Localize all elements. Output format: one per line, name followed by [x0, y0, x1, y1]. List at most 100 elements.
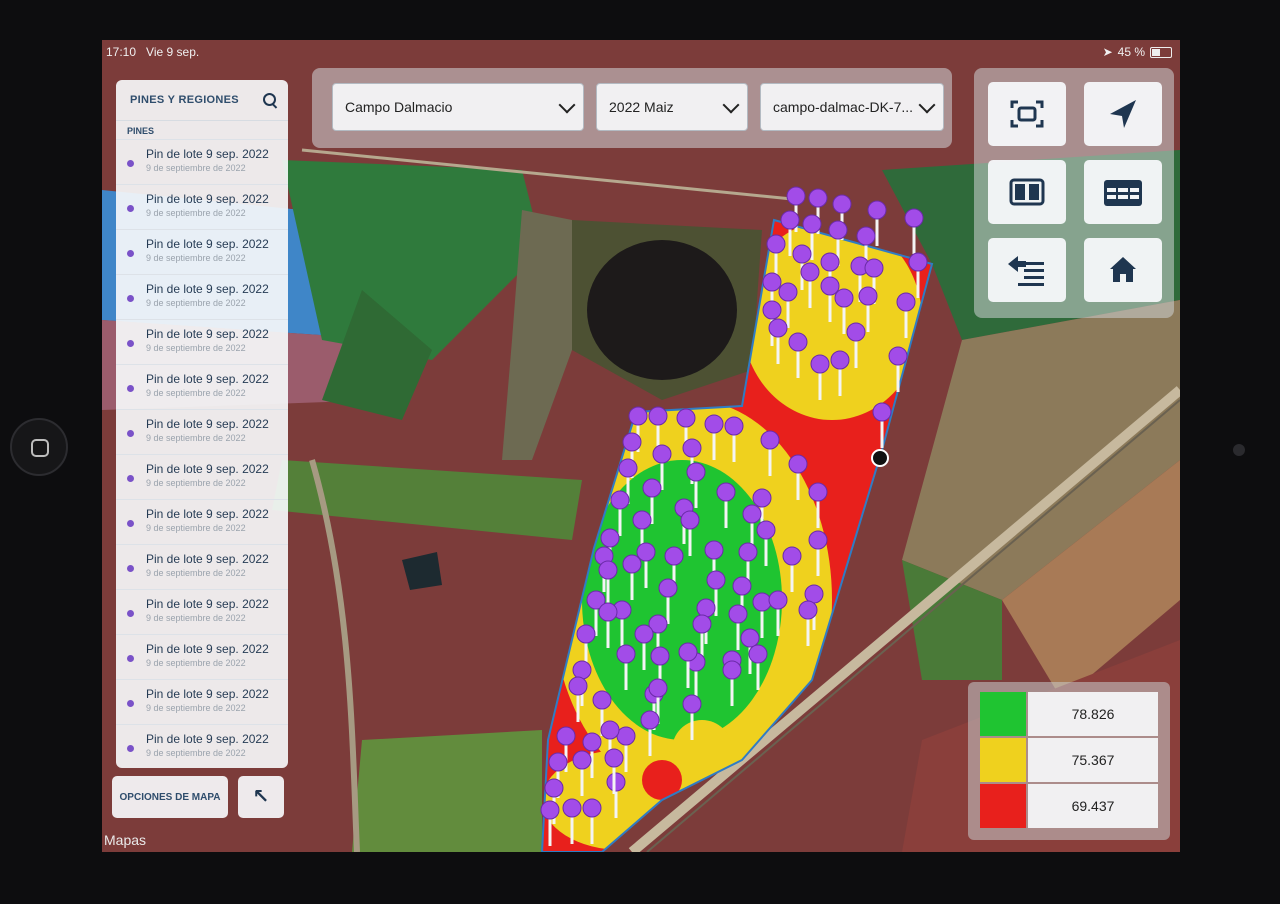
map-pin[interactable] — [652, 444, 672, 464]
pin-list-item[interactable]: Pin de lote 9 sep. 2022 9 de septiembre d… — [116, 364, 288, 409]
map-pin[interactable] — [676, 408, 696, 428]
split-view-button[interactable] — [988, 160, 1066, 224]
map-layer-selector[interactable]: campo-dalmac-DK-7... — [760, 83, 944, 131]
map-pin[interactable] — [780, 210, 800, 230]
pin-list-item[interactable]: Pin de lote 9 sep. 2022 9 de septiembre d… — [116, 274, 288, 319]
import-list-button[interactable] — [988, 238, 1066, 302]
map-pin[interactable] — [696, 598, 716, 618]
map-pin[interactable] — [600, 528, 620, 548]
map-pin[interactable] — [832, 194, 852, 214]
map-pin[interactable] — [830, 350, 850, 370]
table-button[interactable] — [1084, 160, 1162, 224]
map-pin[interactable] — [742, 504, 762, 524]
map-pin[interactable] — [582, 798, 602, 818]
map-pin[interactable] — [648, 406, 668, 426]
map-pin[interactable] — [788, 454, 808, 474]
map-pin[interactable] — [810, 354, 830, 374]
map-pin[interactable] — [820, 276, 840, 296]
map-pin[interactable] — [640, 710, 660, 730]
map-pin[interactable] — [800, 262, 820, 282]
home-button[interactable] — [1084, 238, 1162, 302]
map-options-button[interactable]: OPCIONES DE MAPA — [112, 776, 228, 818]
map-pin[interactable] — [804, 584, 824, 604]
map-pin[interactable] — [762, 300, 782, 320]
map-pin[interactable] — [704, 414, 724, 434]
map-pin[interactable] — [568, 676, 588, 696]
map-pin[interactable] — [740, 628, 760, 648]
pin-list-item[interactable]: Pin de lote 9 sep. 2022 9 de septiembre d… — [116, 454, 288, 499]
map-pin[interactable] — [766, 234, 786, 254]
map-pin[interactable] — [808, 482, 828, 502]
map-pin[interactable] — [678, 642, 698, 662]
map-pin[interactable] — [604, 748, 624, 768]
map-pin[interactable] — [618, 458, 638, 478]
map-pin[interactable] — [548, 752, 568, 772]
map-pin[interactable] — [556, 726, 576, 746]
map-pin[interactable] — [606, 772, 626, 792]
map-pin[interactable] — [867, 200, 887, 220]
pin-list-item[interactable]: Pin de lote 9 sep. 2022 9 de septiembre d… — [116, 589, 288, 634]
map-pin[interactable] — [786, 186, 806, 206]
map-pin[interactable] — [658, 578, 678, 598]
map-pin[interactable] — [808, 530, 828, 550]
map-pin[interactable] — [752, 592, 772, 612]
map-pin[interactable] — [846, 322, 866, 342]
location-marker[interactable] — [871, 449, 889, 467]
map-pin[interactable] — [562, 798, 582, 818]
pin-list-item[interactable]: Pin de lote 9 sep. 2022 9 de septiembre d… — [116, 139, 288, 184]
map-pin[interactable] — [808, 188, 828, 208]
map-pin[interactable] — [778, 282, 798, 302]
map-pin[interactable] — [634, 624, 654, 644]
map-pin[interactable] — [788, 332, 808, 352]
map-pin[interactable] — [616, 644, 636, 664]
map-pin[interactable] — [768, 318, 788, 338]
map-pin[interactable] — [628, 406, 648, 426]
pin-list-item[interactable]: Pin de lote 9 sep. 2022 9 de septiembre d… — [116, 229, 288, 274]
map-pin[interactable] — [782, 546, 802, 566]
map-pin[interactable] — [864, 258, 884, 278]
map-pin[interactable] — [792, 244, 812, 264]
locate-button[interactable] — [1084, 82, 1162, 146]
map-pin[interactable] — [904, 208, 924, 228]
map-pin[interactable] — [768, 590, 788, 610]
map-pin[interactable] — [716, 482, 736, 502]
map-pin[interactable] — [598, 602, 618, 622]
map-pin[interactable] — [622, 432, 642, 452]
map-pin[interactable] — [856, 226, 876, 246]
search-icon[interactable] — [262, 92, 278, 108]
map-pin[interactable] — [896, 292, 916, 312]
map-pin[interactable] — [834, 288, 854, 308]
map-pin[interactable] — [732, 576, 752, 596]
map-pin[interactable] — [664, 546, 684, 566]
map-pin[interactable] — [738, 542, 758, 562]
map-pin[interactable] — [616, 726, 636, 746]
map-pin[interactable] — [610, 490, 630, 510]
map-pin[interactable] — [722, 660, 742, 680]
map-pin[interactable] — [540, 800, 560, 820]
map-pin[interactable] — [632, 510, 652, 530]
map-pin[interactable] — [572, 660, 592, 680]
map-pin[interactable] — [692, 614, 712, 634]
map-pin[interactable] — [576, 624, 596, 644]
expand-button[interactable]: ↖ — [238, 776, 284, 818]
map-pin[interactable] — [636, 542, 656, 562]
map-pin[interactable] — [748, 644, 768, 664]
map-pin[interactable] — [572, 750, 592, 770]
pin-list-item[interactable]: Pin de lote 9 sep. 2022 9 de septiembre d… — [116, 499, 288, 544]
map-pin[interactable] — [600, 720, 620, 740]
field-selector[interactable]: Campo Dalmacio — [332, 83, 584, 131]
pin-list-item[interactable]: Pin de lote 9 sep. 2022 9 de septiembre d… — [116, 409, 288, 454]
map-pin[interactable] — [802, 214, 822, 234]
fit-to-screen-button[interactable] — [988, 82, 1066, 146]
pin-list-item[interactable]: Pin de lote 9 sep. 2022 9 de septiembre d… — [116, 184, 288, 229]
map-pin[interactable] — [872, 402, 892, 422]
pin-list-item[interactable]: Pin de lote 9 sep. 2022 9 de septiembre d… — [116, 544, 288, 589]
season-selector[interactable]: 2022 Maiz — [596, 83, 748, 131]
map-pin[interactable] — [760, 430, 780, 450]
map-pin[interactable] — [888, 346, 908, 366]
pin-list-item[interactable]: Pin de lote 9 sep. 2022 9 de septiembre d… — [116, 634, 288, 679]
map-pin[interactable] — [680, 510, 700, 530]
map-pin[interactable] — [650, 646, 670, 666]
pin-list-item[interactable]: Pin de lote 9 sep. 2022 9 de septiembre d… — [116, 724, 288, 768]
map-pin[interactable] — [642, 478, 662, 498]
